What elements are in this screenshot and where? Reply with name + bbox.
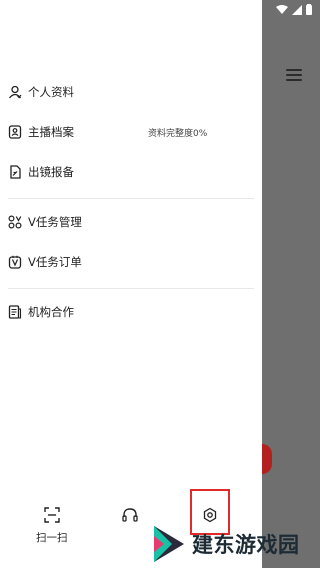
divider — [8, 198, 254, 199]
menu-item-label: 主播档案 — [28, 125, 74, 139]
battery-icon — [306, 4, 312, 15]
scan-icon — [44, 507, 60, 527]
watermark-logo-icon — [154, 526, 184, 562]
scan-label: 扫一扫 — [36, 532, 68, 544]
signal-icon — [292, 4, 302, 15]
side-drawer: 个人资料 主播档案 资料完整度0% 出镜报备 V任务管理 V任务订单 机构合作 … — [0, 0, 262, 568]
document-icon — [8, 305, 22, 319]
menu-item-label: 机构合作 — [28, 305, 74, 319]
id-card-icon — [8, 125, 22, 139]
divider — [8, 288, 254, 289]
headset-icon — [122, 507, 138, 527]
watermark-text: 建东游戏园 — [192, 533, 300, 557]
menu-item-task-management[interactable]: V任务管理 — [8, 210, 254, 234]
status-bar — [276, 4, 312, 15]
task-manage-icon — [8, 215, 22, 229]
menu-item-label: 出镜报备 — [28, 165, 74, 179]
menu-item-task-orders[interactable]: V任务订单 — [8, 250, 254, 274]
wifi-icon — [276, 4, 288, 14]
task-order-icon — [8, 255, 22, 269]
menu-item-anchor-profile[interactable]: 主播档案 资料完整度0% — [8, 120, 254, 144]
menu-item-profile[interactable]: 个人资料 — [8, 80, 254, 104]
scan-button[interactable]: 扫一扫 — [36, 507, 68, 545]
menu-item-label: 个人资料 — [28, 85, 74, 99]
profile-completeness-text: 资料完整度0% — [148, 128, 208, 139]
menu-item-appearance-report[interactable]: 出镜报备 — [8, 160, 254, 184]
user-icon — [8, 85, 22, 99]
report-icon — [8, 165, 22, 179]
menu-item-label: V任务管理 — [28, 215, 82, 229]
watermark: 建东游戏园 — [150, 520, 320, 568]
menu-item-label: V任务订单 — [28, 255, 82, 269]
floating-action-button[interactable] — [262, 444, 272, 474]
hamburger-menu-icon[interactable] — [286, 66, 302, 82]
background-overlay[interactable] — [262, 0, 320, 568]
menu-item-cooperation[interactable]: 机构合作 — [8, 300, 254, 324]
customer-service-button[interactable] — [122, 507, 138, 527]
